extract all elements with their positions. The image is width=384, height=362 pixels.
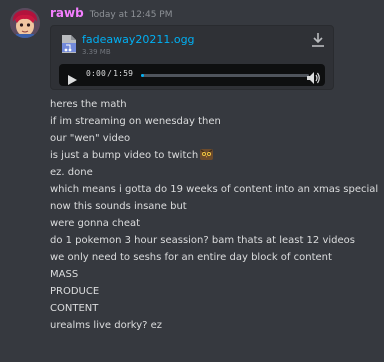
message-line: heres the math	[50, 99, 127, 110]
message-line: were gonna cheat	[50, 218, 141, 229]
message-line: ez. done	[50, 167, 93, 178]
message-line: MASS	[50, 269, 79, 280]
time-separator: /	[107, 69, 113, 78]
message-line: which means i gotta do 19 weeks of conte…	[50, 184, 379, 195]
message-line: PRODUCE	[50, 286, 100, 297]
file-name-link[interactable]: fadeaway20211.ogg	[82, 33, 195, 46]
message-line: now this sounds insane but	[50, 201, 187, 212]
audio-attachment: fadeaway20211.ogg 3.39 MB 0:00/1:59	[50, 25, 334, 90]
message-line: is just a bump video to twitch	[50, 147, 382, 164]
duration: 1:59	[113, 69, 134, 78]
message-line: our "wen" video	[50, 133, 131, 144]
volume-icon[interactable]	[307, 69, 320, 84]
audio-file-icon	[61, 34, 77, 54]
message-line: CONTENT	[50, 303, 99, 314]
progress-fill	[141, 74, 144, 77]
current-time: 0:00	[86, 69, 107, 78]
file-size: 3.39 MB	[82, 48, 111, 56]
message-line-text: is just a bump video to twitch	[50, 150, 199, 161]
download-icon[interactable]	[311, 32, 325, 48]
progress-bar[interactable]	[141, 74, 309, 77]
message-line: urealms live dorky? ez	[50, 320, 163, 331]
audio-player: 0:00/1:59	[59, 64, 325, 86]
timestamp: Today at 12:45 PM	[89, 10, 173, 20]
owl-emoji	[200, 149, 214, 160]
message-line: if im streaming on wenesday then	[50, 116, 221, 127]
play-icon[interactable]	[68, 70, 77, 85]
message-line: do 1 pokemon 3 hour seassion? bam thats …	[50, 235, 355, 246]
username[interactable]: rawb	[50, 6, 84, 20]
message-lines: heres the math if im streaming on wenesd…	[50, 96, 382, 334]
playback-time: 0:00/1:59	[86, 69, 133, 78]
message-line: we only need to seshs for an entire day …	[50, 252, 332, 263]
user-avatar[interactable]	[10, 8, 40, 38]
message-header: rawb Today at 12:45 PM	[50, 6, 173, 22]
